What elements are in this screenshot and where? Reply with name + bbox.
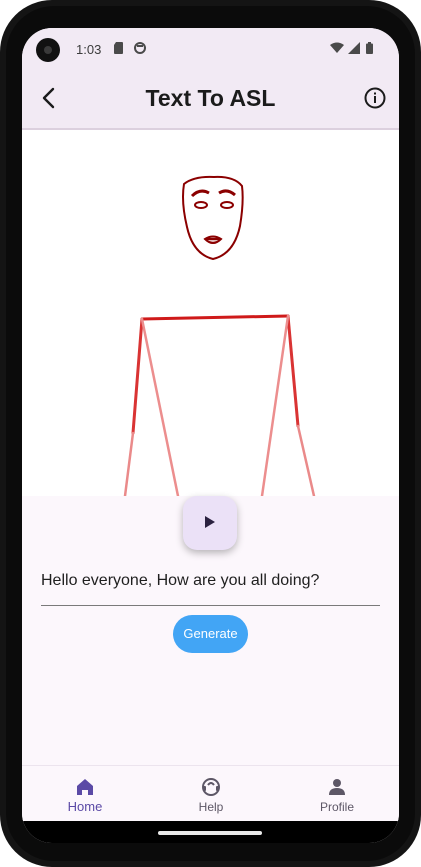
nav-item-help[interactable]: Help [148,766,274,822]
status-bar: 1:03 [22,28,399,72]
info-icon[interactable] [363,86,387,110]
profile-icon [326,776,348,798]
sd-card-icon [114,42,124,57]
bottom-navigation: Home Help Profile [22,765,399,822]
face-icon [134,42,146,57]
status-time: 1:03 [76,42,102,57]
nav-label-help: Help [198,800,224,814]
signal-icon [348,42,360,57]
nav-item-home[interactable]: Home [22,766,148,822]
nav-item-profile[interactable]: Profile [274,766,399,822]
play-icon [205,516,215,528]
play-button[interactable] [183,496,237,550]
text-input-value: Hello everyone, How are you all doing? [41,572,320,589]
phone-screen: 1:03 Text To ASL Hello everyone, How are… [22,28,399,843]
generate-button[interactable]: Generate [173,615,248,653]
home-indicator[interactable] [158,831,262,835]
avatar-body [123,314,316,498]
front-camera [36,38,60,62]
battery-icon [366,42,373,57]
asl-animation-canvas [22,130,399,498]
text-input[interactable]: Hello everyone, How are you all doing? [41,572,380,606]
home-icon [74,776,96,798]
nav-label-home: Home [67,799,103,814]
help-icon [200,776,222,798]
nav-label-profile: Profile [319,800,354,814]
wifi-icon [330,42,344,57]
app-bar: Text To ASL [22,72,399,130]
avatar-face [182,175,244,261]
page-title: Text To ASL [145,85,276,111]
avatar-figure [123,175,316,498]
